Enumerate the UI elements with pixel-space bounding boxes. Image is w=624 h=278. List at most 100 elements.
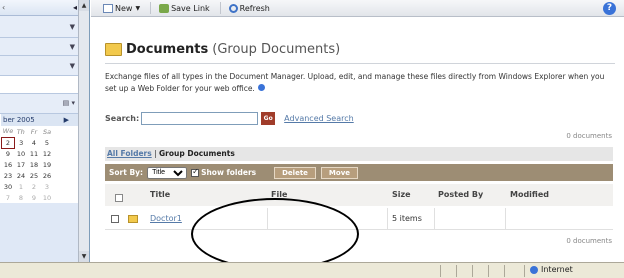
go-button[interactable]: Go: [261, 112, 276, 125]
breadcrumb: All Folders | Group Documents: [105, 147, 613, 161]
save-link-icon: [159, 3, 170, 13]
search-label: Search:: [105, 114, 140, 123]
calendar-day[interactable]: 19: [41, 159, 54, 170]
calendar-day[interactable]: 17: [15, 159, 28, 170]
new-document-icon: [103, 3, 113, 13]
mini-calendar: ber 2005 ▶ We Th Fr Sa 2 3 4 5 9 10 11 1…: [0, 114, 89, 203]
sort-by-select[interactable]: Title: [147, 166, 188, 179]
calendar-day[interactable]: 4: [28, 137, 41, 148]
calendar-day-header: Sa: [42, 127, 52, 136]
status-bar: Internet: [0, 262, 624, 278]
column-header-size[interactable]: Size: [392, 190, 411, 199]
calendar-day[interactable]: 10: [15, 148, 28, 159]
row-title-link[interactable]: Doctor1: [150, 214, 182, 223]
folder-icon: [128, 215, 138, 223]
status-cell: [524, 265, 525, 277]
document-count-bottom: 0 documents: [566, 237, 612, 245]
pane-toggle-icon[interactable]: ‹: [2, 3, 5, 12]
column-header-title[interactable]: Title: [150, 190, 170, 199]
calendar-day-other-month[interactable]: 3: [41, 181, 54, 192]
scroll-down-icon[interactable]: ▼: [79, 251, 89, 262]
calendar-day[interactable]: 3: [15, 137, 28, 148]
folder-icon: [105, 43, 122, 56]
refresh-label: Refresh: [239, 3, 270, 13]
calendar-month-header: ber 2005 ▶: [1, 114, 89, 126]
breadcrumb-separator: |: [154, 149, 157, 158]
toolbar: New ▼ Save Link Refresh ?: [91, 0, 624, 17]
calendar-day[interactable]: 23: [2, 170, 15, 181]
left-section-1[interactable]: ▼: [0, 16, 89, 38]
column-divider: [434, 208, 435, 230]
calendar-day-other-month[interactable]: 8: [15, 192, 28, 203]
save-link-label: Save Link: [171, 3, 210, 13]
main-content: Documents (Group Documents) Exchange fil…: [91, 18, 624, 270]
delete-button[interactable]: Delete: [274, 166, 316, 179]
refresh-button[interactable]: Refresh: [228, 3, 270, 13]
chevron-down-icon[interactable]: ▼: [70, 62, 75, 70]
calendar-day-other-month[interactable]: 7: [2, 192, 15, 203]
globe-icon: [530, 265, 538, 274]
calendar-month-label: ber 2005: [3, 116, 35, 124]
table-row[interactable]: Doctor1 5 items: [105, 208, 613, 230]
calendar-options-icon[interactable]: ▤ ▾: [63, 99, 75, 107]
column-header-posted-by[interactable]: Posted By: [438, 190, 483, 199]
calendar-day-other-month[interactable]: 10: [41, 192, 54, 203]
info-icon[interactable]: [257, 84, 265, 91]
row-checkbox[interactable]: [111, 215, 119, 223]
left-section-2[interactable]: ▼: [0, 38, 89, 56]
calendar-day[interactable]: 11: [28, 148, 41, 159]
security-zone-label: Internet: [541, 265, 573, 274]
current-folder-label: Group Documents: [159, 149, 235, 158]
toolbar-separator: [219, 2, 221, 14]
sort-bar: Sort By: Title Show folders Delete Move: [105, 164, 613, 181]
help-icon[interactable]: ?: [603, 2, 616, 15]
status-cell: [488, 265, 489, 277]
table-header: Title File Size Posted By Modified: [105, 184, 613, 206]
pane-close-icon[interactable]: ◂: [73, 3, 77, 12]
search-input[interactable]: [141, 112, 259, 125]
chevron-down-icon[interactable]: ▼: [70, 23, 75, 31]
all-folders-link[interactable]: All Folders: [107, 149, 152, 158]
calendar-day[interactable]: 25: [28, 170, 41, 181]
document-count-top: 0 documents: [566, 132, 612, 140]
chevron-down-icon[interactable]: ▼: [70, 43, 75, 51]
calendar-day[interactable]: 30: [2, 181, 15, 192]
calendar-day[interactable]: 26: [41, 170, 54, 181]
status-cell: [472, 265, 473, 277]
row-size: 5 items: [392, 214, 422, 223]
move-button[interactable]: Move: [320, 166, 359, 179]
calendar-day-header: Fr: [30, 127, 38, 136]
calendar-day-today[interactable]: 2: [1, 136, 15, 149]
calendar-day[interactable]: 9: [2, 148, 15, 159]
calendar-day-other-month[interactable]: 2: [28, 181, 41, 192]
calendar-day-other-month[interactable]: 1: [15, 181, 28, 192]
calendar-day[interactable]: 18: [28, 159, 41, 170]
toolbar-separator: [150, 2, 152, 14]
column-header-modified[interactable]: Modified: [510, 190, 549, 199]
next-month-icon[interactable]: ▶: [64, 114, 69, 126]
status-cell: [504, 265, 505, 277]
calendar-section-header[interactable]: ▤ ▾: [0, 94, 89, 114]
status-cell: [440, 265, 441, 277]
column-divider: [505, 208, 506, 230]
refresh-icon: [228, 3, 238, 13]
save-link-button[interactable]: Save Link: [159, 3, 210, 13]
show-folders-checkbox[interactable]: [191, 167, 200, 177]
page-description: Exchange files of all types in the Docum…: [105, 71, 610, 95]
page-title: Documents (Group Documents): [105, 42, 340, 57]
advanced-search-link[interactable]: Advanced Search: [284, 114, 354, 123]
calendar-day[interactable]: 5: [41, 137, 54, 148]
select-all-checkbox[interactable]: [115, 194, 123, 202]
calendar-day[interactable]: 16: [2, 159, 15, 170]
new-button-label: New: [115, 3, 133, 13]
calendar-day[interactable]: 24: [15, 170, 28, 181]
scroll-up-icon[interactable]: ▲: [79, 0, 89, 11]
calendar-day[interactable]: 12: [41, 148, 54, 159]
chevron-down-icon[interactable]: ▼: [135, 5, 140, 12]
left-pane-scrollbar[interactable]: ▲ ▼: [78, 0, 89, 262]
new-button[interactable]: New ▼: [103, 3, 140, 13]
calendar-day-other-month[interactable]: 9: [28, 192, 41, 203]
left-section-3[interactable]: ▼: [0, 56, 89, 76]
page-title-text: Documents: [126, 42, 209, 57]
title-divider: [105, 63, 615, 64]
